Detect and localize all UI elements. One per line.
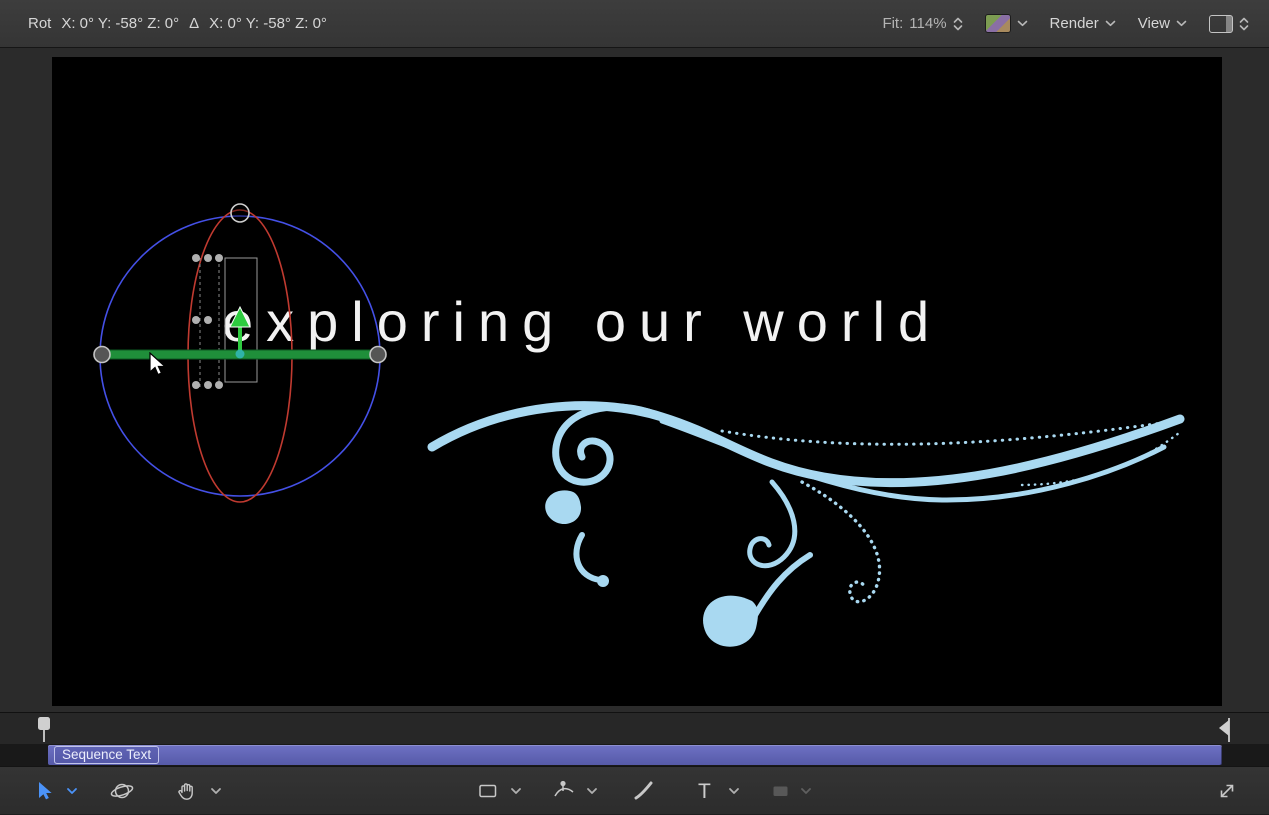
render-menu[interactable]: Render: [1050, 15, 1116, 32]
view-label: View: [1138, 15, 1170, 32]
tool-bar: T: [0, 766, 1269, 814]
rectangle-icon: [477, 780, 499, 802]
chevron-down-icon: [66, 787, 78, 795]
rot-values: X: 0° Y: -58° Z: 0°: [61, 15, 179, 32]
chevron-down-icon: [1176, 20, 1187, 27]
text-tool-icon: T: [698, 781, 711, 802]
select-tool-menu[interactable]: [66, 767, 78, 815]
chevron-down-icon: [1017, 20, 1028, 27]
expand-canvas-button[interactable]: [1216, 767, 1238, 815]
rotation-status: Rot X: 0° Y: -58° Z: 0° Δ X: 0° Y: -58° …: [0, 15, 327, 32]
hand-icon: [176, 780, 198, 802]
layout-stepper-icon: [1239, 16, 1249, 32]
select-arrow-icon: [34, 780, 56, 802]
track-label: Sequence Text: [54, 746, 159, 764]
canvas-toolbar: Rot X: 0° Y: -58° Z: 0° Δ X: 0° Y: -58° …: [0, 0, 1269, 48]
select-transform-tool[interactable]: [34, 767, 56, 815]
bezier-tool-menu[interactable]: [586, 767, 598, 815]
chevron-down-icon: [800, 787, 812, 795]
delta-icon: Δ: [189, 15, 199, 32]
anchor-point-handle[interactable]: [236, 350, 245, 359]
fit-value: 114%: [909, 15, 946, 32]
top-rotation-handle[interactable]: [231, 204, 249, 222]
axis-end-handle[interactable]: [94, 347, 110, 363]
fit-stepper-icon: [953, 16, 963, 32]
paint-stroke-icon: [632, 779, 656, 803]
expand-canvas-icon: [1216, 780, 1238, 802]
bezier-pen-tool[interactable]: [552, 767, 576, 815]
3d-orbit-icon: [110, 779, 134, 803]
text-tool-menu[interactable]: [728, 767, 740, 815]
blue-flourish-graphic[interactable]: [422, 387, 1212, 672]
channels-menu[interactable]: [985, 14, 1028, 33]
mask-tool-menu[interactable]: [800, 767, 812, 815]
view-menu[interactable]: View: [1138, 15, 1187, 32]
mouse-cursor: [146, 352, 168, 378]
3d-rotation-manipulator[interactable]: [82, 197, 402, 527]
3d-transform-tool[interactable]: [110, 767, 134, 815]
rectangle-shape-tool[interactable]: [477, 767, 499, 815]
canvas-surround: exploring our world: [0, 48, 1269, 712]
play-range-out-marker[interactable]: [1216, 716, 1232, 744]
chevron-down-icon: [728, 787, 740, 795]
rot-label: Rot: [28, 15, 51, 32]
timeline-track-row: Sequence Text: [0, 744, 1269, 766]
axis-end-handle[interactable]: [370, 347, 386, 363]
shape-tool-menu[interactable]: [510, 767, 522, 815]
canvas-layout-control[interactable]: [1209, 15, 1249, 33]
text-tool[interactable]: T: [698, 767, 711, 815]
sequence-text-track[interactable]: Sequence Text: [48, 745, 1222, 765]
pan-tool-menu[interactable]: [210, 767, 222, 815]
app-window: { "header": { "rot_label": "Rot", "rot_v…: [0, 0, 1269, 814]
chevron-down-icon: [510, 787, 522, 795]
mask-icon: [770, 780, 792, 802]
bezier-pen-icon: [552, 779, 576, 803]
pan-hand-tool[interactable]: [176, 767, 198, 815]
zoom-fit-control[interactable]: Fit: 114%: [882, 15, 962, 32]
canvas-layout-icon: [1209, 15, 1233, 33]
play-range-in-marker[interactable]: [36, 716, 52, 744]
paint-stroke-tool[interactable]: [632, 767, 656, 815]
chevron-down-icon: [586, 787, 598, 795]
render-label: Render: [1050, 15, 1099, 32]
fit-label: Fit:: [882, 15, 903, 32]
chevron-down-icon: [1105, 20, 1116, 27]
timeline-ruler[interactable]: [0, 712, 1269, 745]
mask-tool[interactable]: [770, 767, 792, 815]
gradient-swatch-icon: [985, 14, 1011, 33]
canvas-viewport[interactable]: exploring our world: [52, 57, 1222, 706]
delta-values: X: 0° Y: -58° Z: 0°: [209, 15, 327, 32]
chevron-down-icon: [210, 787, 222, 795]
